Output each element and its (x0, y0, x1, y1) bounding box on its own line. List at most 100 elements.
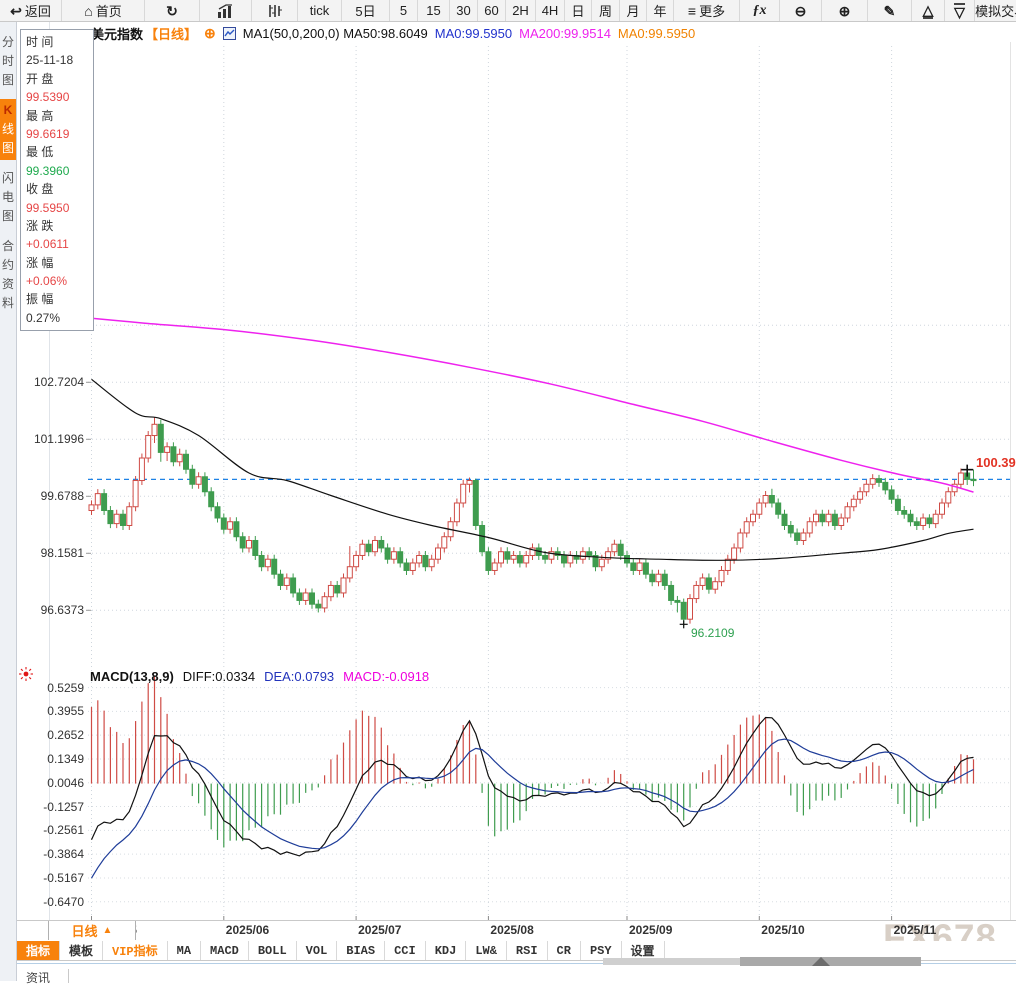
indicator-fx-button[interactable]: ƒx (740, 0, 780, 21)
interval-4h-button[interactable]: 4H (536, 0, 565, 21)
interval-year-button-label: 年 (653, 1, 666, 20)
indicator-tab-cci[interactable]: CCI (385, 941, 426, 960)
scrollbar-thumb[interactable] (740, 957, 921, 966)
up-triangle-icon: ▲ (103, 925, 113, 936)
tab-flash-chart[interactable]: 闪电图 (0, 167, 16, 228)
info-label: 收 盘 (26, 180, 93, 198)
info-label: 振 幅 (26, 290, 93, 308)
info-value: +0.06% (26, 272, 93, 290)
indicator-tab-指标[interactable]: 指标 (17, 941, 60, 960)
zoom-out-button[interactable]: ⊖ (780, 0, 822, 21)
add-indicator-icon[interactable]: ⊕ (204, 25, 216, 42)
info-value: 0.27% (26, 309, 93, 327)
more-button[interactable]: ≡更多 (674, 0, 740, 21)
interval-30-button[interactable]: 30 (450, 0, 478, 21)
zoom-in-icon: ⊕ (839, 4, 851, 18)
interval-15-button-label: 15 (426, 3, 440, 18)
triangle-down-icon: ▽ (954, 3, 965, 19)
interval-5-button[interactable]: 5 (390, 0, 418, 21)
zoom-in-button[interactable]: ⊕ (822, 0, 868, 21)
period-selector-button[interactable]: 日线 ▲ (48, 921, 136, 940)
info-label: 时 间 (26, 33, 93, 51)
refresh-button[interactable]: ↻ (145, 0, 200, 21)
info-label: 最 低 (26, 143, 93, 161)
interval-month-button[interactable]: 月 (620, 0, 647, 21)
tab-time-chart[interactable]: 分时图 (0, 31, 16, 92)
period-selector-label: 日线 (72, 921, 98, 940)
info-value: 99.5950 (26, 199, 93, 217)
home-button-label: 首页 (96, 1, 122, 20)
home-icon: ⌂ (84, 4, 92, 18)
info-label: 最 高 (26, 107, 93, 125)
interval-60-button-label: 60 (484, 3, 498, 18)
macd-macd-value: MACD:-0.0918 (343, 669, 429, 684)
indicator-tab-lw[interactable]: LW& (466, 941, 507, 960)
back-button[interactable]: ↩返回 (0, 0, 62, 21)
refresh-icon: ↻ (166, 4, 178, 18)
period-label: 【日线】 (145, 24, 197, 43)
back-icon: ↩ (10, 4, 22, 18)
macd-header: MACD(13,8,9) DIFF:0.0334 DEA:0.0793 MACD… (90, 669, 429, 684)
triangle-up-button[interactable]: △ (912, 0, 945, 21)
info-value: 99.6619 (26, 125, 93, 143)
interval-day-button-label: 日 (571, 1, 584, 20)
x-axis-separator (17, 920, 1016, 921)
interval-5d-button-label: 5日 (355, 1, 375, 20)
scrollbar-grip-icon[interactable] (812, 957, 830, 966)
more-button-label: 更多 (699, 1, 725, 20)
indicator-tab-vip指标[interactable]: VIP指标 (103, 941, 168, 960)
interval-week-button-label: 周 (599, 1, 612, 20)
candlestick-icon (267, 4, 282, 18)
candlestick-button[interactable] (252, 0, 298, 21)
indicator-tab-cr[interactable]: CR (548, 941, 581, 960)
chart-header: 美元指数【日线】 ⊕ MA1(50,0,200,0) MA50:98.6049 … (91, 24, 695, 42)
interval-15-button[interactable]: 15 (418, 0, 450, 21)
pencil-icon: ✎ (884, 4, 896, 18)
interval-2h-button[interactable]: 2H (506, 0, 536, 21)
triangle-down-button[interactable]: ▽ (945, 0, 975, 21)
indicator-tab-bias[interactable]: BIAS (337, 941, 385, 960)
chart-canvas[interactable] (0, 0, 1016, 981)
macd-diff-value: DIFF:0.0334 (183, 669, 255, 684)
bar-chart-button[interactable] (200, 0, 252, 21)
ma-settings-label: MA1(50,0,200,0) MA50:98.6049 (243, 26, 428, 41)
indicator-tab-kdj[interactable]: KDJ (426, 941, 467, 960)
indicator-tab-rsi[interactable]: RSI (507, 941, 548, 960)
info-value: +0.0611 (26, 235, 93, 253)
ma-chart-icon (223, 27, 236, 40)
indicator-tab-ma[interactable]: MA (168, 941, 201, 960)
home-button[interactable]: ⌂ 首页 (62, 0, 145, 21)
ma200-label: MA200:99.9514 (519, 26, 611, 41)
tab-kline-chart[interactable]: K线图 (0, 99, 16, 160)
indicator-tab-boll[interactable]: BOLL (249, 941, 297, 960)
back-button-label: 返回 (25, 1, 51, 20)
tab-contract-info[interactable]: 合约资料 (0, 235, 16, 315)
info-label: 开 盘 (26, 70, 93, 88)
left-tab-strip: 分时图 K线图闪电图合约资料 (0, 22, 17, 981)
scrollbar-track[interactable] (603, 958, 743, 965)
interval-2h-button-label: 2H (512, 3, 529, 18)
interval-month-button-label: 月 (626, 1, 639, 20)
sim-trade-button[interactable]: $模拟交易 (975, 0, 1016, 21)
interval-year-button[interactable]: 年 (647, 0, 674, 21)
indicator-tab-macd[interactable]: MACD (201, 941, 249, 960)
indicator-tab-vol[interactable]: VOL (297, 941, 338, 960)
interval-week-button[interactable]: 周 (592, 0, 620, 21)
interval-60-button[interactable]: 60 (478, 0, 506, 21)
interval-5d-button[interactable]: 5日 (342, 0, 390, 21)
interval-day-button[interactable]: 日 (565, 0, 592, 21)
interval-5-button-label: 5 (400, 3, 407, 18)
interval-30-button-label: 30 (456, 3, 470, 18)
interval-tick-button[interactable]: tick (298, 0, 342, 21)
symbol-title: 美元指数 (91, 24, 143, 43)
info-value: 99.3960 (26, 162, 93, 180)
sim-trade-button-label: $模拟交易 (975, 1, 1016, 20)
indicator-tab-模板[interactable]: 模板 (60, 941, 103, 960)
fx-icon: ƒx (753, 4, 767, 18)
ma0-blue-label: MA0:99.5950 (435, 26, 512, 41)
draw-button[interactable]: ✎ (868, 0, 912, 21)
info-label: 涨 跌 (26, 217, 93, 235)
triangle-up-icon: △ (923, 3, 934, 19)
indicator-settings-icon[interactable] (18, 666, 34, 682)
interval-4h-button-label: 4H (542, 3, 559, 18)
